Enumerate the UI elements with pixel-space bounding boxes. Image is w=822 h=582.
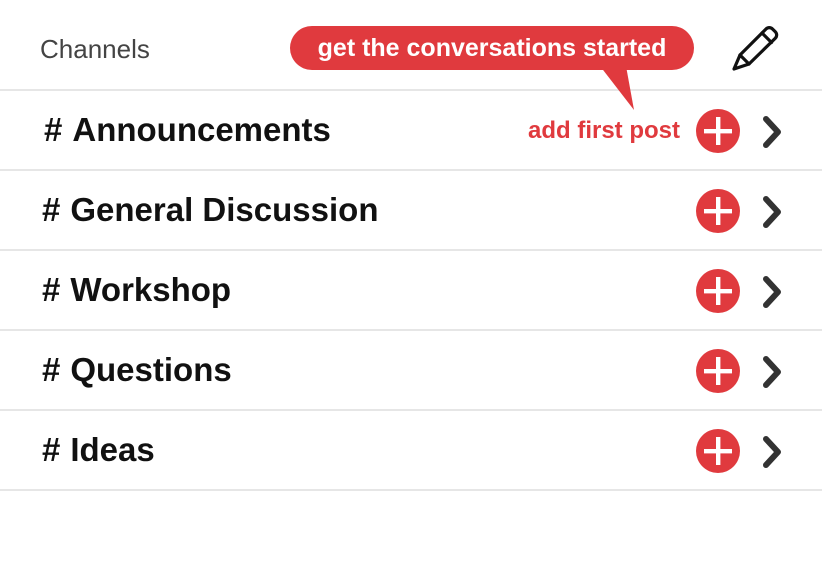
hash-symbol: # (42, 351, 61, 388)
pencil-icon (732, 26, 779, 71)
hash-symbol: # (42, 191, 61, 228)
chevron-right-icon (763, 276, 781, 308)
add-post-button[interactable] (696, 109, 740, 153)
open-channel-button[interactable] (760, 195, 786, 229)
channel-row-ideas[interactable]: # Ideas (0, 411, 822, 491)
add-post-button[interactable] (696, 429, 740, 473)
plus-circle-icon (696, 189, 740, 233)
page-title: Channels (40, 34, 150, 64)
chevron-right-icon (763, 436, 781, 468)
hash-symbol: # (42, 271, 61, 308)
header: Channels get the conversations started (0, 0, 822, 110)
open-channel-button[interactable] (760, 355, 786, 389)
plus-circle-icon (696, 429, 740, 473)
chevron-right-icon (763, 116, 781, 148)
channel-name: # General Discussion (42, 171, 378, 249)
channel-name-text: General Discussion (70, 191, 379, 228)
open-channel-button[interactable] (760, 275, 786, 309)
channel-row-general-discussion[interactable]: # General Discussion (0, 171, 822, 251)
hash-symbol: # (42, 431, 61, 468)
chevron-right-icon (763, 356, 781, 388)
add-post-button[interactable] (696, 349, 740, 393)
channel-row-questions[interactable]: # Questions (0, 331, 822, 411)
onboarding-tooltip: get the conversations started (290, 26, 694, 70)
plus-circle-icon (696, 269, 740, 313)
channel-name-text: Workshop (70, 271, 232, 308)
plus-circle-icon (696, 349, 740, 393)
channel-name-text: Announcements (72, 111, 331, 148)
open-channel-button[interactable] (760, 115, 786, 149)
channel-name: # Announcements (44, 91, 331, 169)
add-post-button[interactable] (696, 269, 740, 313)
channel-name: # Ideas (42, 411, 155, 489)
channel-name: # Workshop (42, 251, 231, 329)
channel-row-announcements[interactable]: # Announcements add first post (0, 91, 822, 171)
channel-name: # Questions (42, 331, 232, 409)
chevron-right-icon (763, 196, 781, 228)
add-post-button[interactable] (696, 189, 740, 233)
channel-name-text: Questions (70, 351, 232, 388)
hash-symbol: # (44, 111, 63, 148)
edit-channels-button[interactable] (728, 22, 782, 74)
open-channel-button[interactable] (760, 435, 786, 469)
add-first-post-hint: add first post (527, 117, 680, 144)
channel-list: # Announcements add first post # General D… (0, 91, 822, 491)
plus-circle-icon (696, 109, 740, 153)
channel-row-workshop[interactable]: # Workshop (0, 251, 822, 331)
channel-name-text: Ideas (70, 431, 155, 468)
